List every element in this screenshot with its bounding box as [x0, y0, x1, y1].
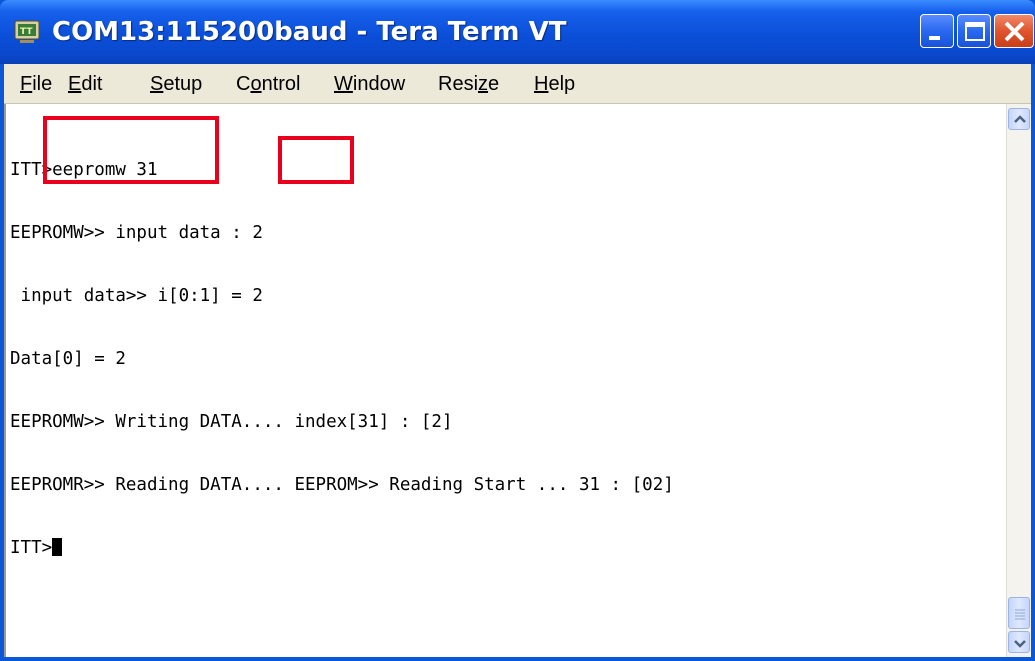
menu-control[interactable]: Control — [236, 64, 300, 104]
menu-setup[interactable]: Setup — [150, 64, 202, 104]
chevron-up-icon — [1014, 115, 1026, 123]
highlight-box-input-value — [278, 136, 354, 184]
menu-edit[interactable]: Edit — [68, 64, 102, 104]
terminal-line: input data>> i[0:1] = 2 — [10, 286, 263, 306]
tera-term-icon[interactable]: TT — [14, 20, 40, 44]
title-bar[interactable]: TT COM13:115200baud - Tera Term VT — [0, 0, 1035, 64]
close-button[interactable] — [994, 14, 1034, 48]
maximize-icon — [965, 22, 985, 41]
grip-icon — [1015, 609, 1025, 620]
scroll-down-button[interactable] — [1008, 631, 1030, 653]
chevron-down-icon — [1014, 640, 1026, 648]
terminal-line: EEPROMW>> input data : 2 — [10, 223, 263, 243]
minimize-button[interactable] — [920, 14, 954, 48]
close-icon — [1004, 21, 1025, 42]
terminal-output[interactable]: ITT>eepromw 31 EEPROMW>> input data : 2 … — [4, 104, 1006, 657]
menu-help[interactable]: Help — [534, 64, 575, 104]
menu-bar: File Edit Setup Control Window Resize He… — [4, 64, 1031, 104]
terminal-window: TT COM13:115200baud - Tera Term VT File … — [0, 0, 1035, 661]
menu-file[interactable]: File — [20, 64, 52, 104]
window-title: COM13:115200baud - Tera Term VT — [52, 17, 567, 47]
highlight-box-command — [43, 116, 219, 184]
maximize-button[interactable] — [957, 14, 991, 48]
menu-window[interactable]: Window — [334, 64, 405, 104]
scroll-thumb[interactable] — [1008, 597, 1030, 629]
terminal-line: Data[0] = 2 — [10, 349, 126, 369]
terminal-prompt-line: ITT> — [10, 538, 674, 559]
terminal-line: EEPROMW>> Writing DATA.... index[31] : [… — [10, 412, 453, 432]
svg-text:TT: TT — [20, 27, 33, 37]
prompt-text: ITT> — [10, 538, 53, 558]
scroll-up-button[interactable] — [1008, 108, 1030, 130]
terminal-text: ITT>eepromw 31 EEPROMW>> input data : 2 … — [10, 118, 674, 601]
vertical-scrollbar[interactable] — [1006, 104, 1031, 657]
minimize-icon — [929, 36, 940, 40]
text-cursor — [52, 538, 63, 556]
menu-resize[interactable]: Resize — [438, 64, 499, 104]
terminal-line: EEPROMR>> Reading DATA.... EEPROM>> Read… — [10, 475, 674, 495]
